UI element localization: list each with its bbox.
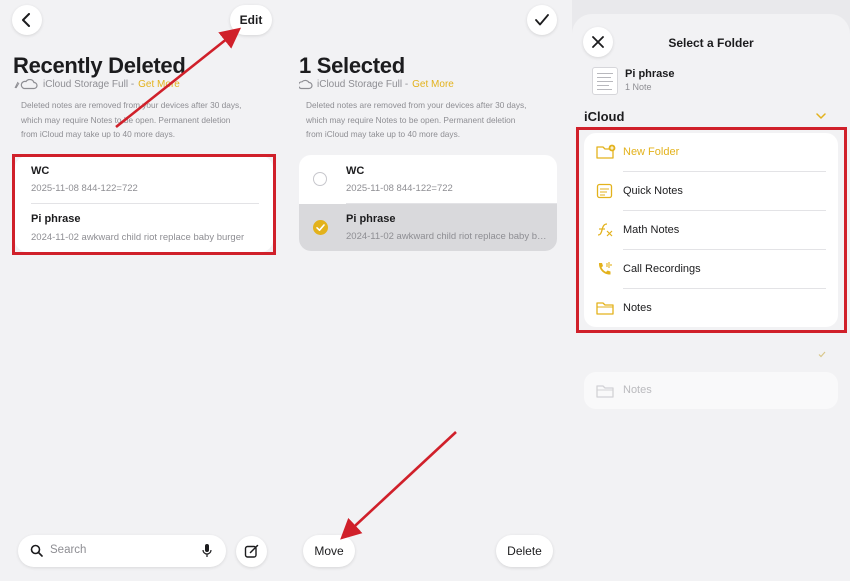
arrow-to-move <box>340 431 457 540</box>
arrow-to-edit <box>115 27 242 129</box>
annotation-arrows <box>115 27 457 540</box>
